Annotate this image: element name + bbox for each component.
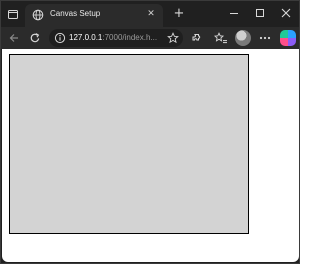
copilot-icon[interactable] [280, 30, 296, 46]
new-tab-button[interactable]: + [171, 6, 187, 22]
url-path: :7000/index.h... [102, 33, 158, 42]
close-icon [281, 8, 291, 18]
tab-title: Canvas Setup [50, 9, 101, 18]
minimize-button[interactable] [222, 4, 246, 22]
tab-canvas-setup[interactable]: Canvas Setup ✕ [25, 4, 163, 27]
url-host: 127.0.0.1 [69, 33, 103, 42]
star-icon[interactable] [167, 32, 179, 44]
more-icon [259, 36, 271, 40]
tab-strip: Canvas Setup ✕ + [1, 1, 299, 27]
url-text: 127.0.0.1:7000/index.h... [69, 33, 157, 42]
tab-actions-icon[interactable] [5, 6, 21, 22]
site-info-icon[interactable] [54, 32, 66, 44]
back-arrow-icon [9, 34, 18, 42]
close-tab-icon[interactable]: ✕ [145, 8, 157, 20]
extensions-icon [192, 33, 200, 40]
page-viewport [2, 49, 299, 262]
more-button[interactable] [257, 30, 273, 46]
refresh-button[interactable] [27, 30, 43, 46]
browser-toolbar: 127.0.0.1:7000/index.h... [1, 27, 299, 49]
maximize-button[interactable] [248, 4, 272, 22]
drawing-canvas[interactable] [9, 54, 249, 234]
favorites-button[interactable] [213, 30, 229, 46]
profile-avatar[interactable] [235, 30, 251, 46]
close-window-button[interactable] [274, 4, 298, 22]
favorites-icon [214, 31, 227, 43]
address-bar[interactable]: 127.0.0.1:7000/index.h... [49, 29, 183, 47]
back-button[interactable] [6, 30, 22, 46]
globe-icon [32, 9, 44, 21]
extensions-button[interactable] [189, 30, 205, 46]
browser-window: Canvas Setup ✕ + 127.0.0.1:7000/index.h.… [0, 0, 300, 264]
refresh-icon [30, 33, 40, 43]
